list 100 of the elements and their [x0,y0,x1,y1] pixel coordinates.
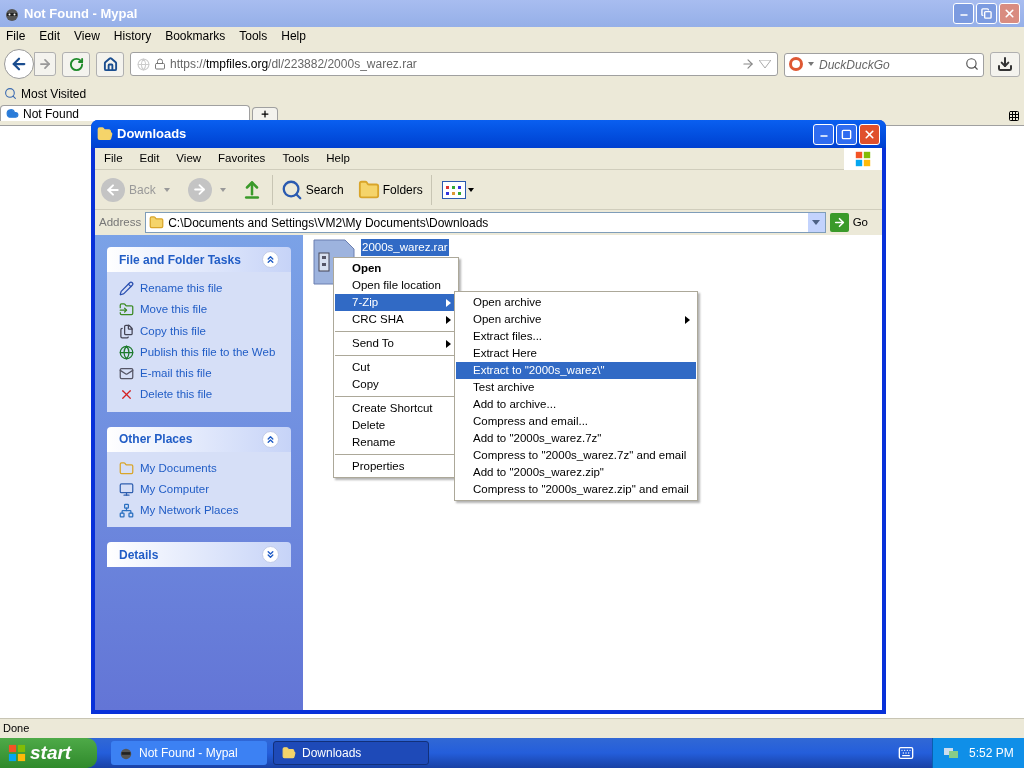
menu-item[interactable]: View [74,27,100,45]
menu-item[interactable]: Favorites [218,149,266,168]
task-link[interactable]: My Documents [140,459,217,477]
taskbar-button[interactable]: Not Found - Mypal [111,741,267,765]
url-text: https://tmpfiles.org/dl/223882/2000s_warez.rar [170,56,418,73]
task-link[interactable]: My Computer [140,480,210,498]
menu-item[interactable]: Cut [335,359,457,376]
rename-icon [119,281,134,297]
task-link[interactable]: Move this file [140,301,208,319]
folders-button[interactable]: Folders [357,178,423,201]
menu-item[interactable]: Extract Here [456,345,696,362]
views-icon [441,180,466,199]
go-button[interactable]: Go [829,213,878,232]
menu-item[interactable]: Add to "2000s_warez.zip" [456,464,696,481]
task-link[interactable]: Delete this file [140,386,213,404]
collapse-button[interactable] [262,430,279,448]
back-button[interactable] [4,49,34,79]
task-link[interactable]: E-mail this file [140,365,212,383]
menu-item[interactable]: Tools [282,149,310,168]
start-button[interactable]: start [0,738,97,768]
menu-item[interactable]: Add to "2000s_warez.7z" [456,430,696,447]
search-field[interactable]: DuckDuckGo [784,53,984,77]
tab-list-icon[interactable] [1008,110,1020,122]
status-text: Done [3,721,30,737]
task-link[interactable]: Publish this file to the Web [140,343,276,361]
close-icon [1003,7,1016,20]
panel-title: Details [119,546,159,564]
menu-item[interactable]: Test archive [456,379,696,396]
folder-icon [97,126,113,142]
clock: 5:52 PM [969,745,1014,762]
browser-tab[interactable]: Not Found [0,105,250,121]
menu-item[interactable]: File [6,27,26,45]
menu-item[interactable]: CRC SHA [335,311,457,328]
search-button[interactable]: Search [280,178,344,201]
caret-icon [812,220,821,225]
views-button[interactable] [441,180,474,199]
caret-icon [467,187,474,192]
task-link[interactable]: My Network Places [140,502,239,520]
restore-button[interactable] [976,3,997,24]
menu-item[interactable]: Tools [239,27,268,45]
menu-item[interactable]: Create Shortcut [335,400,457,417]
close-button[interactable] [859,123,880,145]
search-icon [280,178,303,201]
close-button[interactable] [999,3,1020,24]
folder-icon [357,178,380,201]
menu-item[interactable]: Properties [335,458,457,475]
envelope-icon [119,366,134,382]
address-field[interactable]: C:\Documents and Settings\VM2\My Documents\Downloads [145,212,826,233]
menu-item[interactable]: Extract to "2000s_warez\" [456,362,696,379]
home-button[interactable] [96,51,124,77]
maximize-button[interactable] [836,123,857,145]
menu-item[interactable]: Open archive [456,294,696,311]
collapse-button[interactable] [262,251,279,268]
bookmark-link[interactable]: Most Visited [21,84,87,103]
new-tab-button[interactable] [252,107,278,120]
menu-item[interactable]: Edit [39,27,61,45]
menu-item[interactable]: Open [335,260,457,277]
menu-item[interactable]: 7-Zip [335,294,457,311]
address-label: Address [99,214,142,230]
computer-icon [119,481,134,497]
menu-item[interactable]: Send To [335,335,457,352]
go-arrow-icon[interactable] [741,57,755,71]
file-name[interactable]: 2000s_warez.rar [361,239,449,257]
menu-item[interactable]: History [113,27,152,45]
url-field[interactable]: https://tmpfiles.org/dl/223882/2000s_warez.rar [130,52,778,76]
menu-item[interactable]: Compress to "2000s_warez.7z" and email [456,447,696,464]
chevrons-up-icon [265,254,276,265]
task-link[interactable]: Copy this file [140,322,206,340]
taskbar-button[interactable]: Downloads [273,741,429,765]
download-button[interactable] [990,51,1020,77]
minimize-button[interactable] [953,3,974,24]
menu-item[interactable]: Edit [139,149,160,168]
folder-icon [282,746,296,760]
menu-item[interactable]: File [104,149,123,168]
menu-item[interactable]: Help [326,149,350,168]
raccoon-icon [119,746,133,760]
menu-item[interactable]: Extract files... [456,328,696,345]
reload-button[interactable] [62,51,90,77]
menu-item[interactable]: Compress to "2000s_warez.zip" and email [456,481,696,498]
cloud-icon [6,107,19,120]
menu-item[interactable]: Open archive [456,311,696,328]
plus-icon [260,109,270,119]
menu-item[interactable]: Compress and email... [456,413,696,430]
menu-item[interactable]: Bookmarks [165,27,226,45]
menu-item[interactable]: Add to archive... [456,396,696,413]
menu-item[interactable]: Copy [335,376,457,393]
keyboard-icon[interactable] [898,745,914,761]
search-icon[interactable] [965,57,979,71]
menu-item[interactable]: Delete [335,417,457,434]
menu-item[interactable]: Rename [335,434,457,451]
forward-arrow-icon [38,57,52,71]
menu-item[interactable]: Open file location [335,277,457,294]
menu-item[interactable]: Help [281,27,306,45]
globe-icon [119,344,134,360]
expand-button[interactable] [262,546,279,564]
dropdown-button[interactable] [807,213,825,232]
menu-item[interactable]: View [176,149,202,168]
task-link[interactable]: Rename this file [140,280,223,298]
chevrons-up-icon [265,433,276,445]
pages-icon [119,323,134,339]
